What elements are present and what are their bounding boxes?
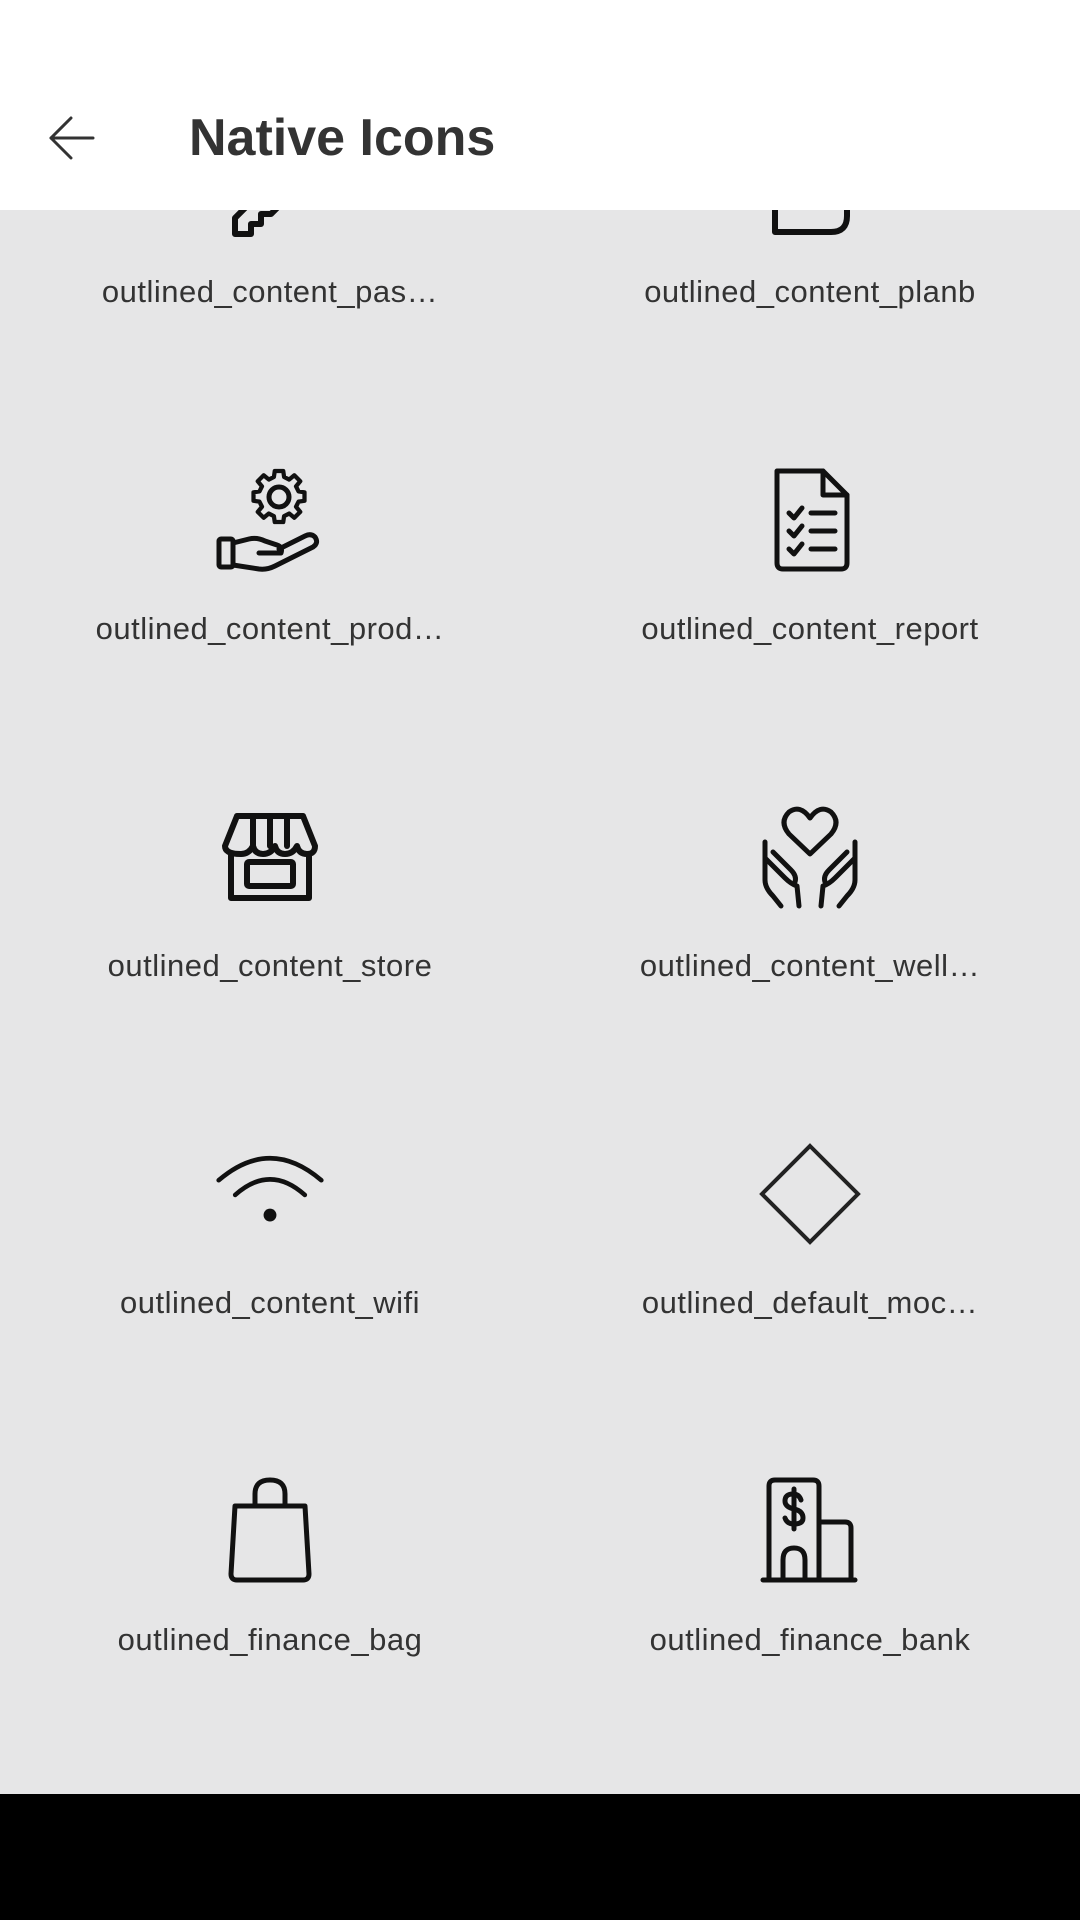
report-document-icon	[755, 465, 865, 575]
arrow-left-icon	[47, 113, 97, 163]
icon-label: outlined_content_prod…	[95, 611, 445, 646]
diamond-icon	[755, 1139, 865, 1249]
hand-gear-icon	[215, 465, 325, 575]
store-icon	[215, 802, 325, 912]
password-icon	[215, 210, 325, 238]
icon-grid: outlined_content_pas… outlined_content_p…	[0, 210, 1080, 1794]
icon-tile[interactable]: outlined_content_pas…	[0, 210, 540, 355]
app-bar: Native Icons	[0, 0, 1080, 210]
icon-tile[interactable]: outlined_finance_bag	[0, 1366, 540, 1703]
app-screen: Native Icons outlined_content_pas… outli…	[0, 0, 1080, 1794]
icon-label: outlined_default_moc…	[641, 1285, 979, 1320]
icon-label: outlined_content_store	[107, 948, 433, 983]
icon-tile[interactable]: outlined_content_planb	[540, 210, 1080, 355]
icon-label: outlined_content_pas…	[101, 274, 439, 309]
page-title: Native Icons	[189, 109, 496, 167]
icon-label: outlined_content_planb	[644, 274, 976, 309]
icon-tile[interactable]: outlined_content_wifi	[0, 1029, 540, 1366]
system-navigation-bar	[0, 1794, 1080, 1920]
icon-label: outlined_finance_bag	[117, 1622, 423, 1657]
icon-tile[interactable]: outlined_finance_bank	[540, 1366, 1080, 1703]
icon-label: outlined_content_report	[641, 611, 979, 646]
bank-building-icon	[755, 1476, 865, 1586]
hands-heart-icon	[755, 802, 865, 912]
wifi-icon	[215, 1139, 325, 1249]
icon-label: outlined_content_well…	[639, 948, 981, 983]
shopping-bag-icon	[215, 1476, 325, 1586]
icon-tile[interactable]: outlined_content_prod…	[0, 355, 540, 692]
icon-label: outlined_finance_bank	[649, 1622, 971, 1657]
back-button[interactable]	[30, 96, 114, 180]
planb-icon	[755, 210, 865, 238]
icon-tile[interactable]: outlined_content_report	[540, 355, 1080, 692]
icon-tile[interactable]: outlined_content_well…	[540, 692, 1080, 1029]
icon-tile[interactable]: outlined_content_store	[0, 692, 540, 1029]
icon-label: outlined_content_wifi	[119, 1285, 421, 1320]
icon-tile[interactable]: outlined_default_moc…	[540, 1029, 1080, 1366]
